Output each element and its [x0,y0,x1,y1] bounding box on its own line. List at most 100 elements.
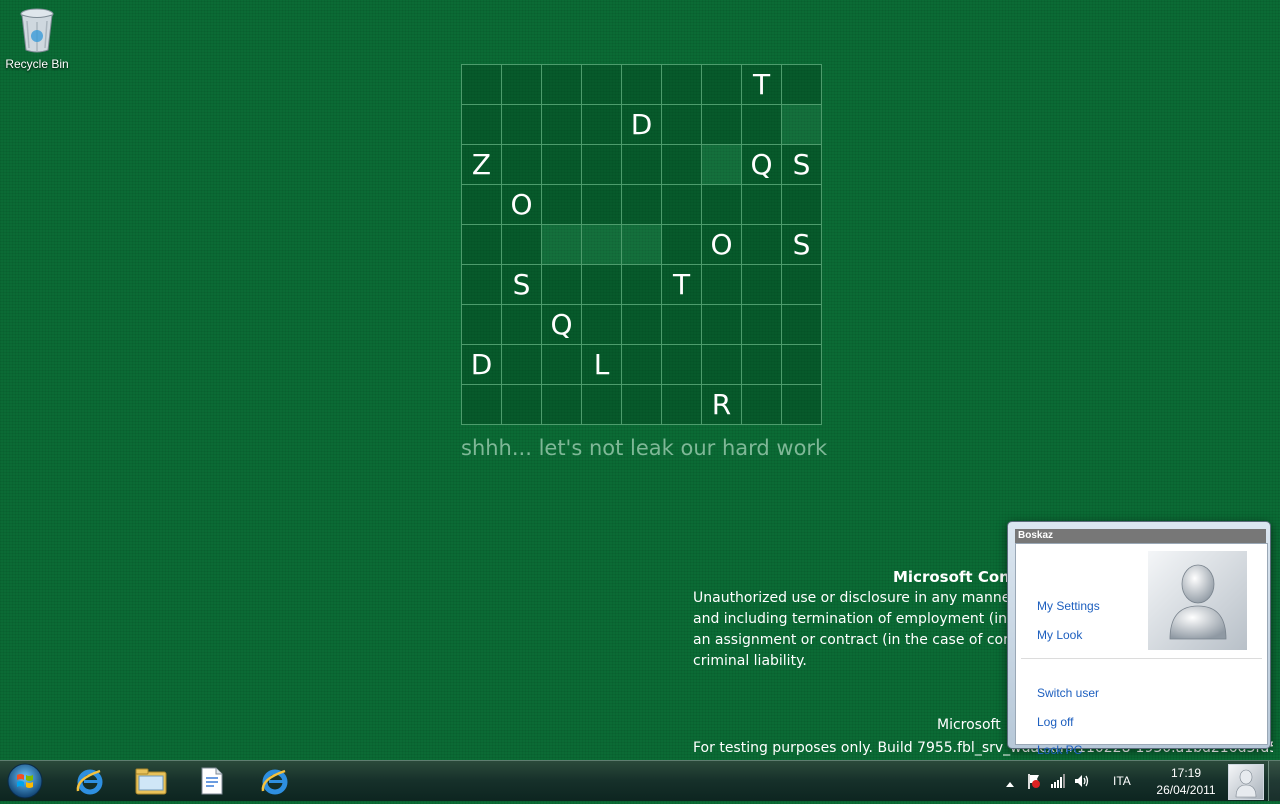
grid-cell [622,385,662,425]
confidential-line: and including termination of employment … [693,611,1017,627]
lock-pc-link[interactable]: Lock PC [1037,743,1082,757]
log-off-link[interactable]: Log off [1037,715,1073,729]
taskbar-explorer-button[interactable] [127,764,175,798]
grid-cell [662,225,702,265]
clock-time: 17:19 [1170,766,1202,780]
user-avatar [1148,551,1247,650]
grid-cell [662,145,702,185]
grid-cell [462,225,502,265]
grid-cell: O [502,185,542,225]
grid-cell [502,385,542,425]
tray-network[interactable] [1050,773,1066,793]
grid-cell [622,185,662,225]
network-signal-icon [1051,774,1065,788]
taskbar-ie-button-2[interactable] [251,764,299,798]
grid-cell: S [782,225,822,265]
grid-cell [662,65,702,105]
internet-explorer-icon [261,769,288,795]
grid-cell: L [582,345,622,385]
recycle-bin-icon [20,8,54,53]
grid-cell [782,105,822,145]
grid-cell [462,65,502,105]
grid-cell: S [782,145,822,185]
grid-cell [662,345,702,385]
grid-cell [742,185,782,225]
switch-user-link[interactable]: Switch user [1037,686,1099,700]
grid-cell: T [662,265,702,305]
confidential-line: criminal liability. [693,653,807,669]
grid-cell [502,305,542,345]
grid-cell: R [702,385,742,425]
grid-cell [582,385,622,425]
show-desktop-button[interactable] [1268,761,1280,801]
grid-cell [622,305,662,345]
grid-cell [542,185,582,225]
taskbar-ie-button[interactable] [66,764,114,798]
internet-explorer-icon [76,769,103,795]
grid-cell [502,65,542,105]
start-button[interactable] [5,762,45,800]
clock-date: 26/04/2011 [1156,783,1216,797]
grid-cell [582,145,622,185]
grid-cell [742,305,782,345]
confidential-line: Unauthorized use or disclosure in any ma… [693,590,1017,606]
grid-cell [462,185,502,225]
grid-cell [502,225,542,265]
tray-up-arrow-icon [1006,782,1014,787]
grid-cell [542,265,582,305]
action-center-flag-icon [1028,774,1040,789]
tray-user-button[interactable] [1228,764,1264,800]
grid-cell [662,385,702,425]
grid-cell [582,185,622,225]
grid-cell [662,105,702,145]
grid-cell [742,345,782,385]
document-icon [201,767,223,795]
user-menu-body: My Settings My Look Switch user Log off … [1015,543,1268,757]
grid-cell: O [702,225,742,265]
grid-cell [622,145,662,185]
grid-cell [542,65,582,105]
grid-cell [702,265,742,305]
show-hidden-icons-button[interactable] [1005,775,1015,794]
grid-cell [782,65,822,105]
grid-cell [582,105,622,145]
letter-grid: TDZQSOOSSTQDLR [461,64,822,425]
grid-cell [702,305,742,345]
taskbar-document-button[interactable] [188,764,236,798]
grid-cell [622,265,662,305]
grid-cell [662,305,702,345]
user-menu-popup: Boskaz My Settings My Look Switch user L… [1007,521,1271,757]
windows-orb-icon [7,763,43,799]
my-look-link[interactable]: My Look [1037,628,1082,642]
recycle-bin-shortcut[interactable]: Recycle Bin [4,6,70,71]
grid-cell [502,105,542,145]
grid-cell [462,385,502,425]
grid-cell [702,65,742,105]
recycle-bin-label: Recycle Bin [5,57,69,71]
user-menu-title: Boskaz [1015,529,1266,543]
my-settings-link[interactable]: My Settings [1037,599,1100,613]
grid-cell [662,185,702,225]
grid-cell [542,225,582,265]
grid-cell [742,105,782,145]
language-indicator[interactable]: ITA [1113,774,1131,788]
grid-cell [622,345,662,385]
menu-separator [1021,658,1262,659]
grid-cell [462,105,502,145]
clock[interactable]: 17:19 26/04/2011 [1152,766,1220,797]
grid-cell [702,105,742,145]
grid-cell: S [502,265,542,305]
grid-cell [782,265,822,305]
confidential-line: an assignment or contract (in the case o… [693,632,1018,648]
tray-volume[interactable] [1073,773,1091,793]
grid-cell [702,345,742,385]
tray-action-center[interactable] [1025,772,1041,794]
grid-cell [702,145,742,185]
grid-cell: Q [742,145,782,185]
speaker-icon [1075,775,1089,787]
grid-cell [542,385,582,425]
grid-cell [782,385,822,425]
grid-cell: T [742,65,782,105]
grid-cell [462,305,502,345]
grid-cell: Q [542,305,582,345]
